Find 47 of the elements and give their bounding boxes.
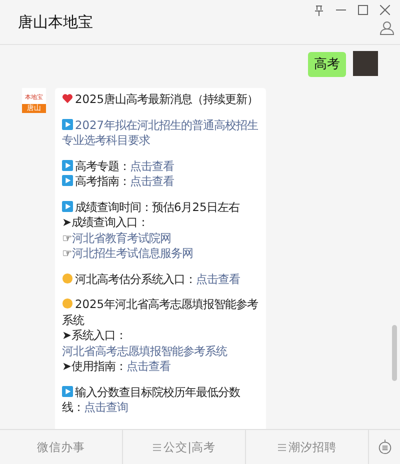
menu-label: 微信办事 [37,440,85,454]
message-line: ➤系统入口： 河北省高考志愿填报智能参考系统 [62,328,228,359]
text-link[interactable]: 点击查询 [84,400,128,414]
message-line: 高考专题：点击查看 [62,158,260,174]
play-icon [62,386,73,396]
play-icon [62,118,73,130]
maximize-icon[interactable] [358,5,368,15]
text-link[interactable]: 河北省教育考试院网 [72,230,172,244]
message-line: ➤使用指南：点击查看 [62,359,172,374]
menu-button[interactable]: 公交|高考 [123,430,246,464]
text-link[interactable]: 河北招生考试信息服务网 [72,246,194,260]
close-icon[interactable] [380,5,390,15]
message-line: ☞河北省教育考试院网 [62,230,172,246]
minimize-icon[interactable] [336,9,346,11]
message-line: ☞河北招生考试信息服务网 [62,246,194,262]
text-link[interactable]: 点击查看 [126,359,171,373]
scrollbar[interactable] [392,325,397,381]
message-line: 输入分数查目标院校历年最低分数线：点击查询 [62,384,241,416]
message-line: 河北高考估分系统入口：点击查看 [62,272,260,287]
menu-button[interactable]: 潮汐招聘 [246,430,369,464]
message-line: 2025年河北省高考志愿填报智能参考系统 [62,297,259,328]
keyboard-icon [378,439,392,455]
message-line: ➤成绩查询入口： [62,215,150,230]
text-link[interactable]: 点击查看 [196,272,240,286]
menu-label: 潮汐招聘 [288,440,336,454]
text-link[interactable]: 2027年拟在河北招生的普通高校招生专业选考科目要求 [62,118,260,148]
play-icon [62,160,73,170]
play-icon [62,200,73,212]
pin-icon[interactable] [314,4,324,16]
circle-icon [62,272,73,284]
message-line: 高考指南：点击查看 [62,174,260,190]
text-link[interactable]: 河北省高考志愿填报智能参考系统 [62,344,227,358]
menu-icon [278,444,286,450]
avatar-photo [353,51,378,76]
circle-icon [62,298,73,309]
message-line: 成绩查询时间：预估6月25日左右 [62,200,260,215]
profile-icon[interactable] [380,21,394,35]
menu-label: 公交|高考 [164,440,216,454]
window-title: 唐山本地宝 [18,13,93,32]
text-link[interactable]: 点击查看 [130,158,174,172]
message-bubble: 高考 [308,52,346,77]
play-icon [62,175,73,186]
heart-icon [62,93,73,104]
message-line: 2025唐山高考最新消息（持续更新） [62,92,260,108]
text-link[interactable]: 点击查看 [130,174,174,188]
menu-button[interactable]: 微信办事 [0,430,123,464]
menu-icon [152,444,161,450]
